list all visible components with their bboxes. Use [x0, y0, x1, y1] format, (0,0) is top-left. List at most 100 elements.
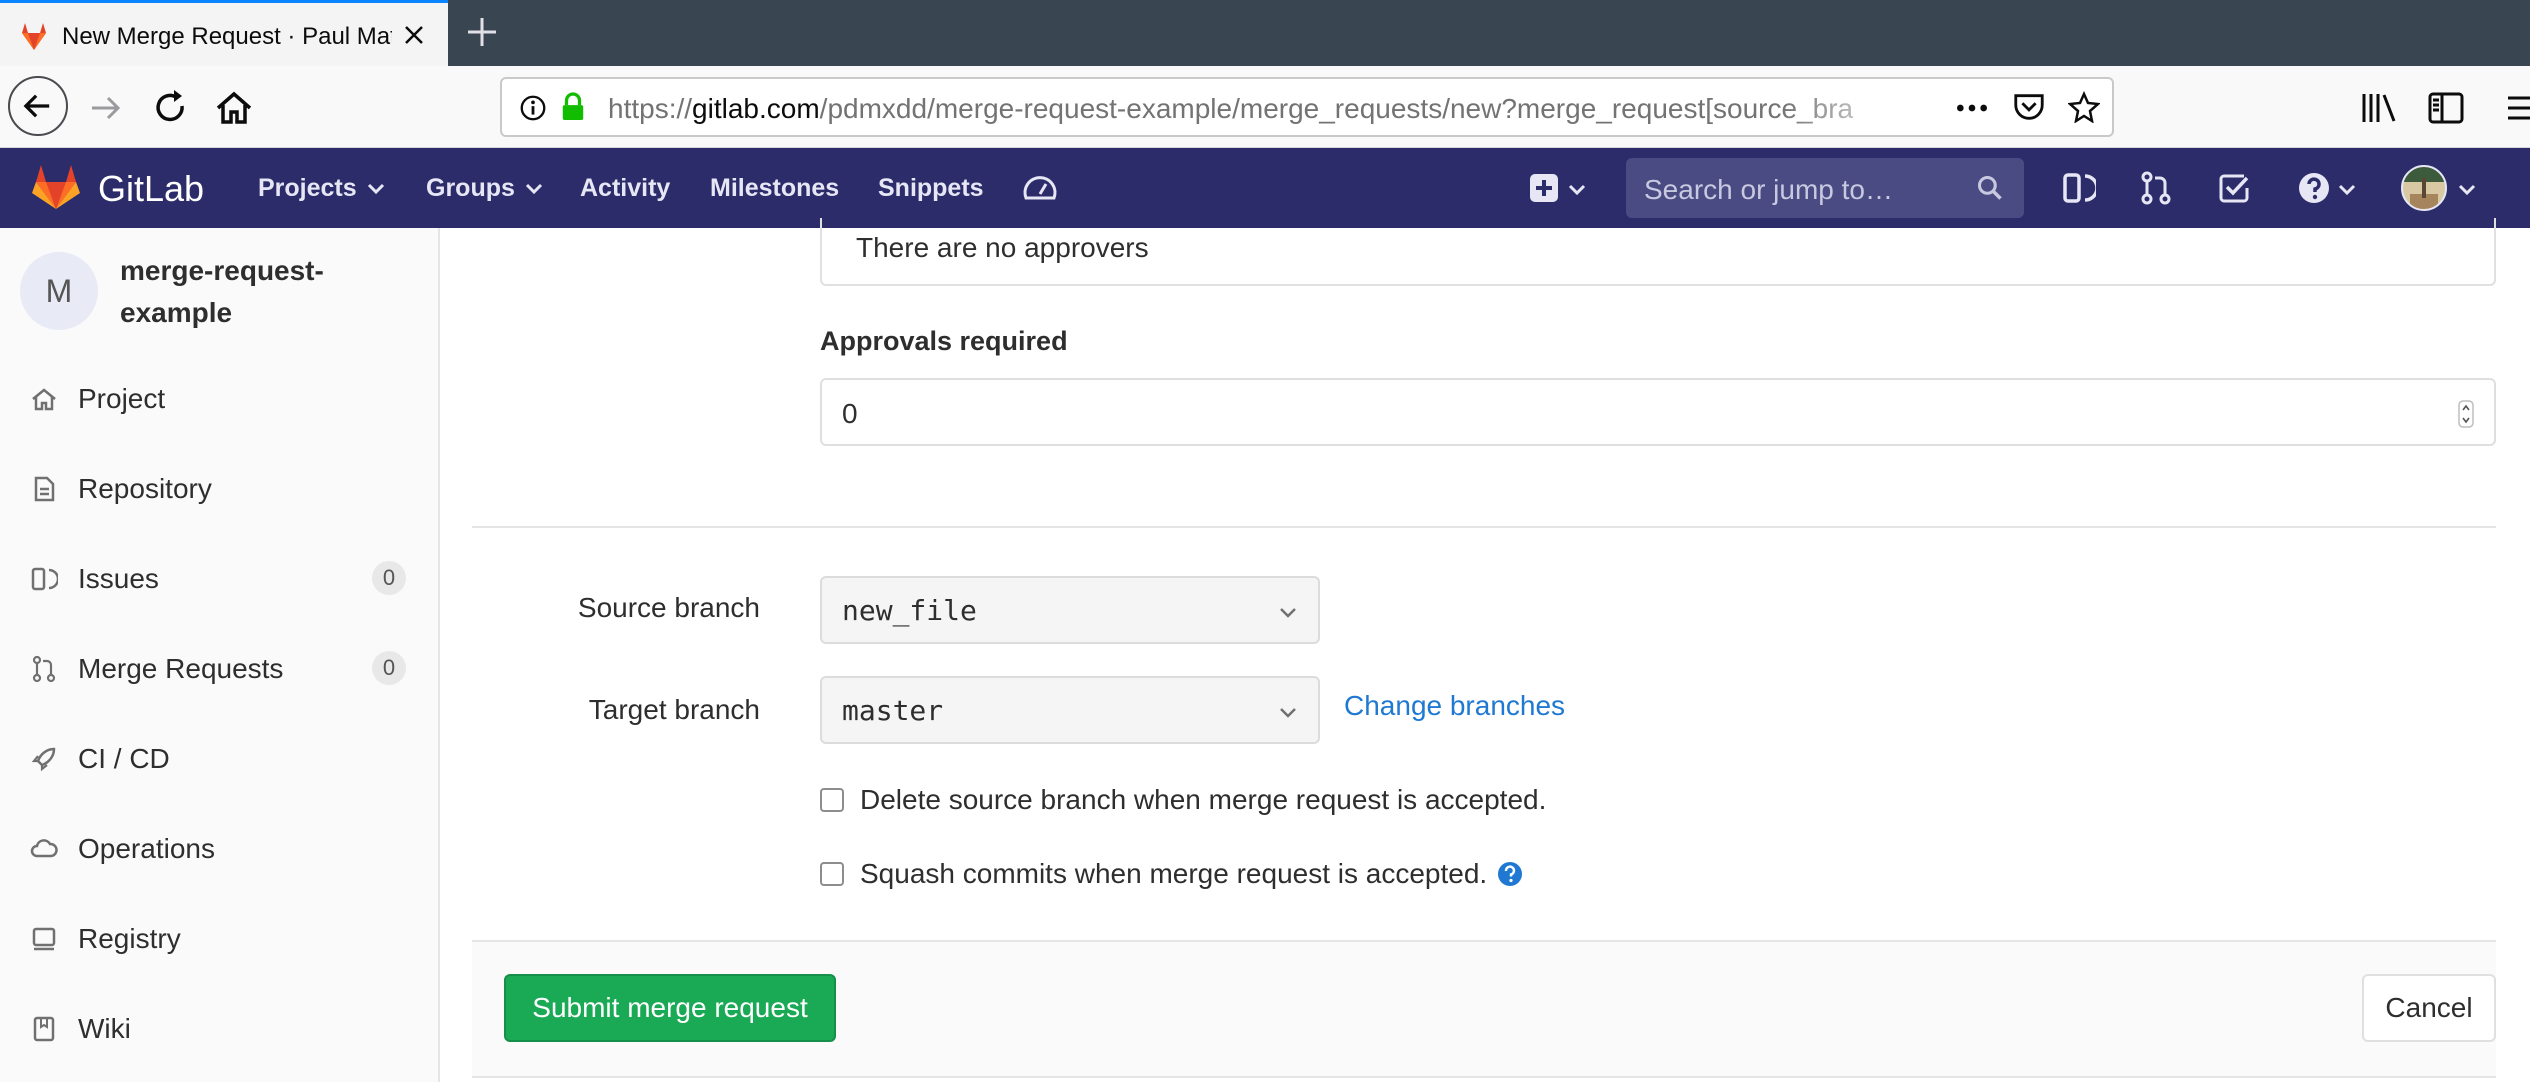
forward-arrow-icon[interactable] — [82, 84, 130, 132]
back-arrow-icon[interactable] — [8, 76, 68, 136]
chevron-down-icon — [1280, 608, 1296, 618]
approvals-required-input[interactable]: 0 — [820, 378, 2496, 446]
delete-source-branch-checkbox[interactable] — [820, 788, 844, 812]
approvals-required-label: Approvals required — [820, 326, 1068, 356]
issues-icon[interactable] — [2060, 170, 2096, 206]
approvals-required-value: 0 — [842, 398, 858, 429]
close-tab-icon[interactable] — [398, 19, 430, 51]
sidebar-item-registry[interactable]: Registry — [0, 903, 438, 973]
nav-activity-label: Activity — [580, 174, 671, 202]
search-input[interactable]: Search or jump to… — [1626, 158, 2024, 218]
nav-activity[interactable]: Activity — [580, 174, 670, 203]
browser-tab-bar: New Merge Request · Paul Matt — [0, 0, 2530, 66]
search-placeholder: Search or jump to… — [1644, 174, 1893, 205]
source-branch-value: new_file — [842, 594, 977, 627]
tab-title: New Merge Request · Paul Matt — [62, 23, 392, 50]
help-icon[interactable] — [2296, 170, 2332, 206]
sidebar-item-wiki[interactable]: Wiki — [0, 993, 438, 1063]
rocket-icon — [31, 747, 56, 772]
nav-snippets[interactable]: Snippets — [878, 174, 984, 203]
home-icon[interactable] — [210, 84, 258, 132]
cancel-button[interactable]: Cancel — [2362, 974, 2496, 1042]
sidebar-item-label: Issues — [78, 563, 159, 594]
sidebar-item-label: Wiki — [78, 1013, 131, 1044]
registry-icon — [32, 927, 56, 951]
home-icon — [32, 388, 56, 411]
sidebar-item-merge-requests[interactable]: Merge Requests 0 — [0, 633, 438, 703]
url-path: /pdmxdd/merge-request-example/merge_requ… — [819, 93, 1854, 124]
gitlab-logo-icon[interactable] — [30, 162, 82, 212]
pocket-icon[interactable] — [2012, 91, 2046, 123]
approvers-list: There are no approvers — [820, 218, 2496, 286]
merge-requests-count-badge: 0 — [372, 651, 406, 685]
gitlab-brand-name[interactable]: GitLab — [98, 168, 204, 210]
more-actions-icon[interactable] — [1954, 103, 1990, 113]
lock-icon[interactable] — [560, 91, 586, 123]
squash-commits-checkbox[interactable] — [820, 862, 844, 886]
todo-check-icon[interactable] — [2216, 170, 2252, 206]
nav-groups[interactable]: Groups — [426, 174, 543, 203]
submit-merge-request-button[interactable]: Submit merge request — [504, 974, 836, 1042]
project-name[interactable]: merge-request-example — [120, 250, 420, 334]
gitlab-favicon-icon — [22, 23, 46, 50]
browser-tab-active[interactable]: New Merge Request · Paul Matt — [0, 0, 448, 66]
new-tab-icon[interactable] — [462, 12, 502, 52]
nav-snippets-label: Snippets — [878, 174, 984, 202]
nav-projects[interactable]: Projects — [258, 174, 385, 203]
sidebar-item-label: Registry — [78, 923, 181, 954]
sidebar-item-label: Merge Requests — [78, 653, 284, 684]
number-spinner-icon[interactable] — [2458, 400, 2474, 428]
reload-icon[interactable] — [146, 84, 194, 132]
sidebar-item-label: Repository — [78, 473, 212, 504]
nav-milestones-label: Milestones — [710, 174, 840, 202]
source-branch-select[interactable]: new_file — [820, 576, 1320, 644]
bookmark-star-icon[interactable] — [2068, 91, 2100, 123]
url-bar[interactable]: https://gitlab.com/pdmxdd/merge-request-… — [500, 77, 2114, 137]
user-avatar[interactable] — [2400, 164, 2448, 212]
sidebar-item-operations[interactable]: Operations — [0, 813, 438, 883]
project-avatar[interactable]: M — [20, 252, 98, 330]
sidebar-item-project[interactable]: Project — [0, 363, 438, 433]
sidebar-item-label: Project — [78, 383, 166, 414]
new-item-plus-icon[interactable] — [1526, 170, 1562, 206]
sidebar-item-ci-cd[interactable]: CI / CD — [0, 723, 438, 793]
issues-icon — [31, 567, 58, 591]
merge-request-icon[interactable] — [2138, 170, 2174, 206]
doc-icon — [34, 476, 55, 502]
section-divider — [472, 526, 2496, 528]
chevron-down-icon[interactable] — [1568, 184, 1586, 196]
chevron-down-icon[interactable] — [2338, 184, 2356, 196]
delete-source-branch-label[interactable]: Delete source branch when merge request … — [860, 784, 1546, 816]
sidebar-item-repository[interactable]: Repository — [0, 453, 438, 523]
chevron-down-icon — [1280, 708, 1296, 718]
library-icon[interactable] — [2356, 84, 2404, 132]
no-approvers-text: There are no approvers — [856, 232, 1149, 263]
sidebar-item-label: CI / CD — [78, 743, 170, 774]
hamburger-menu-icon[interactable] — [2500, 84, 2530, 132]
performance-gauge-icon[interactable] — [1022, 170, 1058, 206]
gitlab-header: GitLab Projects Groups Activity Mileston… — [0, 148, 2530, 228]
form-actions: Submit merge request Cancel — [472, 940, 2496, 1078]
nav-milestones[interactable]: Milestones — [710, 174, 839, 203]
url-text: https://gitlab.com/pdmxdd/merge-request-… — [608, 93, 2388, 125]
sidebar-item-label: Operations — [78, 833, 215, 864]
chevron-down-icon — [525, 183, 542, 194]
merge-request-form: There are no approvers Approvals require… — [442, 218, 2530, 1082]
merge-request-icon — [32, 655, 56, 683]
change-branches-link[interactable]: Change branches — [1344, 690, 1565, 722]
sidebar-item-issues[interactable]: Issues 0 — [0, 543, 438, 613]
target-branch-select[interactable]: master — [820, 676, 1320, 744]
source-branch-label: Source branch — [577, 592, 760, 623]
url-host: gitlab.com — [692, 93, 820, 124]
issues-count-badge: 0 — [372, 561, 406, 595]
url-scheme: https:// — [608, 93, 693, 124]
chevron-down-icon[interactable] — [2458, 184, 2476, 196]
sidebar-toggle-icon[interactable] — [2422, 84, 2470, 132]
info-icon[interactable] — [518, 93, 548, 123]
squash-commits-label[interactable]: Squash commits when merge request is acc… — [860, 858, 1487, 890]
search-icon — [1977, 175, 2002, 200]
question-circle-icon[interactable] — [1497, 861, 1523, 887]
nav-projects-label: Projects — [258, 174, 357, 202]
browser-toolbar: https://gitlab.com/pdmxdd/merge-request-… — [0, 66, 2530, 148]
url-fade — [1782, 83, 1982, 131]
